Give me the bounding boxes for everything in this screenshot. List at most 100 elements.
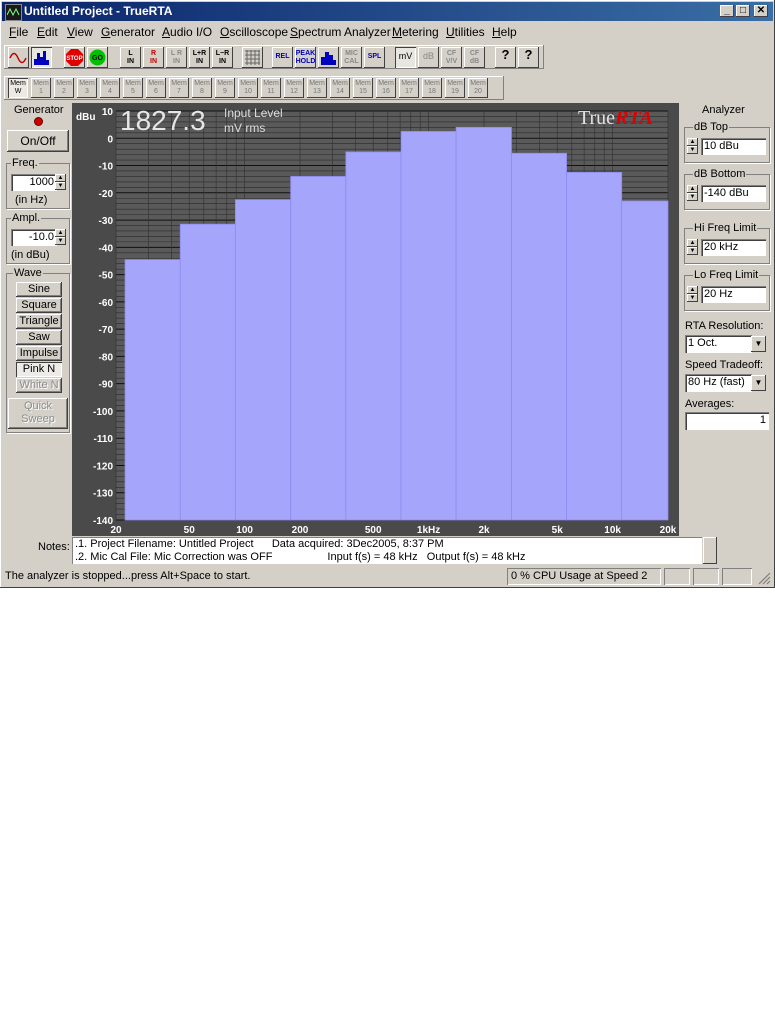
ampl-spinner[interactable]: ▲ ▼ <box>55 229 66 245</box>
bars-button[interactable] <box>318 47 339 68</box>
mem-20-button[interactable]: Mem 20 <box>468 78 488 98</box>
mem-12-button[interactable]: Mem 12 <box>284 78 304 98</box>
l-minus-r-in-button[interactable]: L−R IN <box>212 47 233 68</box>
context-help-button[interactable]: ? <box>518 47 539 68</box>
mem-7-button[interactable]: Mem 7 <box>169 78 189 98</box>
spectrum-bar <box>621 200 669 521</box>
r-in-button[interactable]: R IN <box>143 47 164 68</box>
x-tick-label: 20k <box>660 525 677 536</box>
wave-pink-noise-button[interactable]: Pink N <box>16 362 62 377</box>
resize-grip-icon[interactable] <box>757 571 771 585</box>
freq-input[interactable]: 1000 <box>11 174 57 191</box>
rel-button[interactable]: REL <box>272 47 293 68</box>
cf-db-button[interactable]: CF dB <box>464 47 485 68</box>
notes-box[interactable]: .1. Project Filename: Untitled Project D… <box>72 537 702 564</box>
mem-6-button[interactable]: Mem 6 <box>146 78 166 98</box>
spl-button[interactable]: SPL <box>364 47 385 68</box>
mem-2-button[interactable]: Mem 2 <box>54 78 74 98</box>
mem-19-button[interactable]: Mem 19 <box>445 78 465 98</box>
mem-9-button[interactable]: Mem 9 <box>215 78 235 98</box>
db-button[interactable]: dB <box>418 47 439 68</box>
menu-help[interactable]: Help <box>492 25 517 39</box>
freq-spinner[interactable]: ▲ ▼ <box>55 174 66 190</box>
lo-freq-input[interactable]: 20 Hz <box>701 286 766 303</box>
quick-sweep-button[interactable]: Quick Sweep <box>8 398 68 429</box>
mem-1-button[interactable]: Mem 1 <box>31 78 51 98</box>
cf-vv-button[interactable]: CF V/V <box>441 47 462 68</box>
peak-hold-button[interactable]: PEAK HOLD <box>295 47 316 68</box>
l-in-button[interactable]: L IN <box>120 47 141 68</box>
grid-button[interactable] <box>242 47 263 68</box>
help-button[interactable]: ? <box>495 47 516 68</box>
mem-11-button[interactable]: Mem 11 <box>261 78 281 98</box>
y-tick-label: -100 <box>93 407 113 418</box>
mem-8-button[interactable]: Mem 8 <box>192 78 212 98</box>
menu-utilities[interactable]: Utilities <box>446 25 485 39</box>
stop-button[interactable]: STOP <box>64 47 85 68</box>
mem-13-button[interactable]: Mem 13 <box>307 78 327 98</box>
mem-4-button[interactable]: Mem 4 <box>100 78 120 98</box>
wave-title: Wave <box>13 267 43 279</box>
y-tick-label: -130 <box>93 489 113 500</box>
x-tick-label: 20 <box>110 525 122 536</box>
averages-label: Averages: <box>685 398 735 410</box>
menu-metering[interactable]: Metering <box>392 25 439 39</box>
menu-oscilloscope[interactable]: Oscilloscope <box>220 25 288 39</box>
ampl-group: Ampl. -10.0 ▲ ▼ (in dBu) <box>6 212 70 264</box>
hi-freq-spinner[interactable]: ▲ ▼ <box>687 239 698 255</box>
mem-3-button[interactable]: Mem 3 <box>77 78 97 98</box>
maximize-button[interactable]: □ <box>736 5 750 17</box>
speed-tradeoff-dropdown-icon[interactable]: ▼ <box>751 375 766 391</box>
y-tick-label: -50 <box>99 271 114 282</box>
spectrum-chart[interactable]: 10 0 -10 -20 -30 -40 -50 -60 -70 -80 -90 -100 -110 -1… <box>72 103 679 536</box>
close-button[interactable]: ✕ <box>754 5 768 17</box>
mem-17-button[interactable]: Mem 17 <box>399 78 419 98</box>
notes-scrollbar[interactable] <box>703 537 717 564</box>
wave-saw-button[interactable]: Saw <box>16 330 62 345</box>
menu-edit[interactable]: Edit <box>37 25 58 39</box>
ampl-input[interactable]: -10.0 <box>11 229 57 246</box>
minimize-button[interactable]: _ <box>720 5 734 17</box>
mem-16-button[interactable]: Mem 16 <box>376 78 396 98</box>
wave-impulse-button[interactable]: Impulse <box>16 346 62 361</box>
db-top-spinner[interactable]: ▲ ▼ <box>687 138 698 154</box>
spectrum-plot: 100-10-20-30-40-50-60-70-80-90-100-110-1… <box>93 107 677 536</box>
db-bottom-input[interactable]: -140 dBu <box>701 185 766 202</box>
db-bottom-spinner[interactable]: ▲ ▼ <box>687 185 698 201</box>
main-toolbar: STOP GO L IN R IN L R IN L+R IN L−R IN R… <box>4 45 544 69</box>
averages-input[interactable]: 1 <box>685 412 769 430</box>
wave-white-noise-button[interactable]: White N <box>16 378 62 393</box>
rta-resolution-dropdown-icon[interactable]: ▼ <box>751 336 766 352</box>
menu-file[interactable]: File <box>9 25 28 39</box>
speed-tradeoff-select[interactable]: 80 Hz (fast) <box>685 374 752 392</box>
ampl-unit: (in dBu) <box>11 249 50 261</box>
mem-15-button[interactable]: Mem 15 <box>353 78 373 98</box>
menu-generator[interactable]: Generator <box>101 25 155 39</box>
mem-5-button[interactable]: Mem 5 <box>123 78 143 98</box>
rta-resolution-select[interactable]: 1 Oct. <box>685 335 752 353</box>
mem-10-button[interactable]: Mem 10 <box>238 78 258 98</box>
menu-view[interactable]: View <box>67 25 93 39</box>
sine-wave-button[interactable] <box>8 47 29 68</box>
mic-cal-button[interactable]: MIC CAL <box>341 47 362 68</box>
lr-in-button[interactable]: L R IN <box>166 47 187 68</box>
mv-button[interactable]: mV <box>395 47 416 68</box>
wave-triangle-button[interactable]: Triangle <box>16 314 62 329</box>
title-bar[interactable]: Untitled Project - TrueRTA _ □ ✕ <box>2 2 773 21</box>
mem-w-button[interactable]: Mem W <box>8 78 28 98</box>
wave-sine-button[interactable]: Sine <box>16 282 62 297</box>
mem-14-button[interactable]: Mem 14 <box>330 78 350 98</box>
spectrum-button[interactable] <box>31 47 52 68</box>
generator-onoff-button[interactable]: On/Off <box>7 130 69 152</box>
go-button[interactable]: GO <box>87 47 108 68</box>
hi-freq-input[interactable]: 20 kHz <box>701 239 766 256</box>
l-plus-r-in-button[interactable]: L+R IN <box>189 47 210 68</box>
x-tick-label: 2k <box>478 525 490 536</box>
wave-square-button[interactable]: Square <box>16 298 62 313</box>
mem-18-button[interactable]: Mem 18 <box>422 78 442 98</box>
lo-freq-spinner[interactable]: ▲ ▼ <box>687 286 698 302</box>
menu-spectrum-analyzer[interactable]: Spectrum Analyzer <box>290 25 391 39</box>
db-top-input[interactable]: 10 dBu <box>701 138 766 155</box>
analyzer-title: Analyzer <box>702 104 745 116</box>
menu-audio-io[interactable]: Audio I/O <box>162 25 212 39</box>
